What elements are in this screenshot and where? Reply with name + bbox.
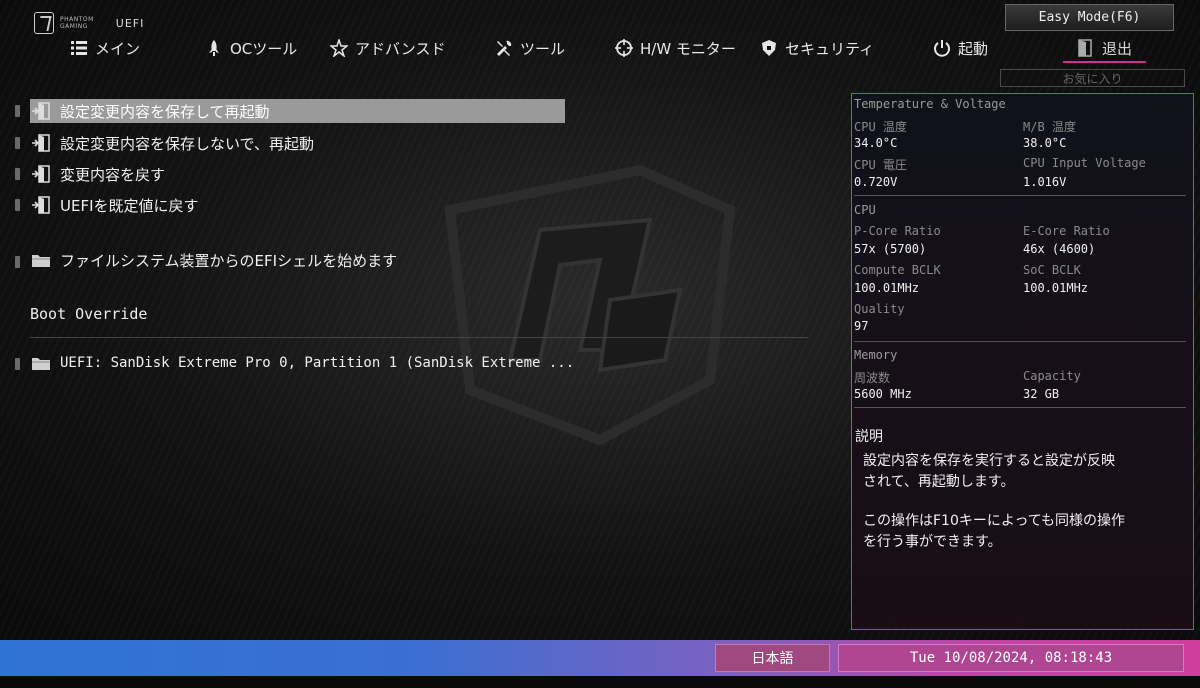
- cpu-temp-label: CPU 温度: [854, 120, 907, 134]
- load-defaults-item[interactable]: UEFIを既定値に戻す: [30, 193, 199, 217]
- tv-title: Temperature & Voltage: [854, 97, 1006, 111]
- exit-door-icon: [32, 134, 50, 152]
- menu-label: 設定変更内容を保存して再起動: [60, 102, 270, 121]
- main-nav: メイン OCツール アドバンスド ツール H/W モニター セキュリティ 起動 …: [0, 36, 1200, 63]
- capacity-label: Capacity: [1023, 369, 1081, 383]
- cpu-temp-value: 34.0°C: [854, 136, 898, 150]
- brand-logo: PHANTOM GAMING UEFI: [34, 12, 144, 34]
- scroll-marker: [15, 256, 20, 268]
- footer-edge: [0, 676, 1200, 688]
- brand-line2: GAMING: [60, 23, 88, 30]
- brand-line1: PHANTOM: [60, 16, 94, 23]
- tab-security[interactable]: セキュリティ: [760, 36, 874, 60]
- power-icon: [934, 40, 950, 57]
- exit-door-icon: [32, 102, 50, 120]
- freq-label: 周波数: [854, 371, 891, 385]
- info-panel: Temperature & Voltage CPU 温度 34.0°C M/B …: [851, 93, 1194, 630]
- cpu-volt-label: CPU 電圧: [854, 158, 907, 172]
- tab-label: 退出: [1102, 39, 1133, 58]
- memory-title: Memory: [854, 348, 898, 362]
- description-line: を行う事ができます。: [863, 534, 1002, 550]
- scroll-marker: [15, 199, 20, 211]
- ecore-label: E-Core Ratio: [1023, 224, 1110, 238]
- freq-value: 5600 MHz: [854, 387, 912, 401]
- efi-shell-item[interactable]: ファイルシステム装置からのEFIシェルを始めます: [30, 248, 397, 272]
- menu-label: 変更内容を戻す: [60, 165, 166, 184]
- compute-bclk-value: 100.01MHz: [854, 281, 920, 295]
- cpu-input-label: CPU Input Voltage: [1023, 156, 1146, 170]
- boot-override-item[interactable]: UEFI: SanDisk Extreme Pro 0, Partition 1…: [30, 351, 574, 375]
- datetime-display: Tue 10/08/2024, 08:18:43: [838, 644, 1184, 672]
- exit-door-icon: [32, 196, 50, 214]
- scroll-marker: [15, 105, 20, 117]
- description-line: 設定内容を保存を実行すると設定が反映: [863, 453, 1115, 469]
- folder-icon: [32, 255, 50, 267]
- description-line: されて、再起動します。: [863, 474, 1015, 490]
- easy-mode-button[interactable]: Easy Mode(F6): [1005, 4, 1174, 31]
- scroll-marker: [15, 358, 20, 370]
- tab-label: OCツール: [230, 39, 298, 58]
- crosshair-icon: [615, 39, 633, 57]
- tools-icon: [497, 40, 512, 56]
- star-icon: [330, 39, 348, 57]
- language-button[interactable]: 日本語: [715, 644, 830, 672]
- quality-label: Quality: [854, 302, 905, 316]
- tab-label: 起動: [958, 39, 989, 58]
- tab-hw-monitor[interactable]: H/W モニター: [615, 36, 736, 60]
- capacity-value: 32 GB: [1023, 387, 1060, 401]
- description-title: 説明: [855, 429, 883, 445]
- tab-advanced[interactable]: アドバンスド: [330, 36, 445, 60]
- save-and-restart-item[interactable]: 設定変更内容を保存して再起動: [30, 99, 565, 123]
- menu-label: UEFI: SanDisk Extreme Pro 0, Partition 1…: [60, 355, 575, 371]
- panel-separator: [854, 195, 1186, 196]
- scroll-marker: [15, 137, 20, 149]
- tab-tools[interactable]: ツール: [495, 36, 565, 60]
- boot-override-title: Boot Override: [30, 305, 148, 323]
- exit-door-icon: [32, 165, 50, 183]
- mb-temp-label: M/B 温度: [1023, 120, 1076, 134]
- mb-temp-value: 38.0°C: [1023, 136, 1067, 150]
- shield-icon: [762, 40, 776, 56]
- tab-label: アドバンスド: [355, 39, 446, 58]
- ecore-value: 46x (4600): [1023, 242, 1096, 256]
- tab-main[interactable]: メイン: [70, 36, 140, 60]
- divider: [30, 337, 808, 338]
- soc-bclk-label: SoC BCLK: [1023, 263, 1081, 277]
- panel-separator: [854, 407, 1186, 408]
- tab-exit[interactable]: 退出: [1062, 36, 1147, 63]
- discard-and-restart-item[interactable]: 設定変更内容を保存しないで、再起動: [30, 131, 314, 155]
- brand-uefi: UEFI: [115, 16, 145, 30]
- favorites-button[interactable]: お気に入り: [1000, 69, 1185, 87]
- folder-icon: [32, 358, 50, 370]
- tab-boot[interactable]: 起動: [933, 36, 988, 60]
- description-line: この操作はF10キーによっても同様の操作: [863, 513, 1126, 529]
- quality-value: 97: [854, 319, 869, 333]
- compute-bclk-label: Compute BCLK: [854, 263, 941, 277]
- phantom-gaming-watermark-icon: [444, 164, 736, 446]
- menu-label: 設定変更内容を保存しないで、再起動: [60, 134, 314, 153]
- list-icon: [71, 41, 87, 55]
- menu-label: ファイルシステム装置からのEFIシェルを始めます: [60, 251, 398, 270]
- cpu-volt-value: 0.720V: [854, 175, 898, 189]
- cpu-input-value: 1.016V: [1023, 175, 1067, 189]
- cpu-title: CPU: [854, 203, 876, 217]
- phantom-gaming-logo-icon: [34, 12, 54, 34]
- tab-label: ツール: [520, 39, 566, 58]
- tab-label: メイン: [95, 39, 141, 58]
- tab-label: H/W モニター: [640, 39, 736, 58]
- tab-oc-tools[interactable]: OCツール: [205, 36, 297, 60]
- pcore-value: 57x (5700): [854, 242, 927, 256]
- menu-label: UEFIを既定値に戻す: [60, 196, 199, 215]
- rocket-icon: [209, 40, 219, 56]
- panel-separator: [854, 341, 1186, 342]
- pcore-label: P-Core Ratio: [854, 224, 941, 238]
- soc-bclk-value: 100.01MHz: [1023, 281, 1089, 295]
- exit-door-icon: [1078, 39, 1092, 57]
- tab-label: セキュリティ: [785, 39, 875, 58]
- discard-changes-item[interactable]: 変更内容を戻す: [30, 162, 165, 186]
- scroll-marker: [15, 168, 20, 180]
